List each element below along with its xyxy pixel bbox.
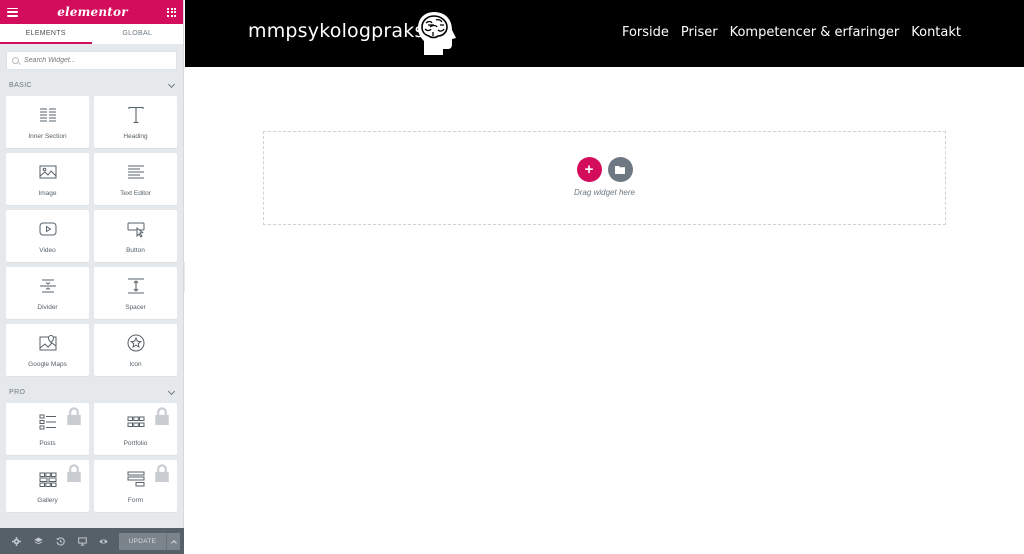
- widget-label: Video: [39, 247, 56, 254]
- site-title[interactable]: mmpsykologpraksis: [248, 20, 440, 42]
- widget-video[interactable]: Video: [6, 210, 89, 262]
- tab-global[interactable]: GLOBAL: [92, 24, 184, 44]
- widget-text-editor[interactable]: Text Editor: [94, 153, 177, 205]
- widget-label: Google Maps: [28, 361, 67, 368]
- site-preview: mmpsykologpraksis Forside Priser Kompete…: [185, 0, 1024, 554]
- add-section-button[interactable]: +: [576, 157, 602, 182]
- video-icon: [39, 222, 56, 236]
- widget-form[interactable]: Form: [94, 460, 177, 512]
- menu-icon[interactable]: [7, 7, 18, 17]
- widgets-grid-icon[interactable]: [167, 7, 176, 17]
- category-pro-header[interactable]: PRO: [0, 382, 183, 403]
- widget-label: Text Editor: [120, 190, 151, 197]
- map-icon: [39, 334, 56, 351]
- search-widget-input[interactable]: [24, 57, 171, 64]
- columns-icon: [39, 108, 56, 122]
- search-wrapper: [0, 44, 183, 75]
- widget-divider[interactable]: Divider: [6, 267, 89, 319]
- responsive-icon[interactable]: [71, 528, 93, 554]
- heading-icon: [127, 106, 144, 124]
- chevron-down-icon: [167, 80, 176, 88]
- widget-image[interactable]: Image: [6, 153, 89, 205]
- category-pro-title: PRO: [9, 389, 26, 396]
- panel-tabs: ELEMENTS GLOBAL: [0, 24, 183, 44]
- posts-icon: [39, 414, 56, 430]
- widget-label: Form: [127, 497, 144, 504]
- widget-label: Posts: [39, 440, 56, 447]
- gallery-icon: [39, 472, 56, 487]
- lock-icon: [155, 407, 169, 425]
- editor-panel: elementor ELEMENTS GLOBAL BASIC Inner Se…: [0, 0, 184, 554]
- widget-posts[interactable]: Posts: [6, 403, 89, 455]
- category-basic-header[interactable]: BASIC: [0, 75, 183, 96]
- tab-elements[interactable]: ELEMENTS: [0, 24, 92, 44]
- widget-icon[interactable]: Icon: [94, 324, 177, 376]
- widget-label: Divider: [37, 304, 58, 311]
- widget-label: Button: [126, 247, 145, 254]
- text-editor-icon: [127, 165, 144, 179]
- divider-icon: [39, 279, 56, 293]
- site-nav: Forside Priser Kompetencer & erfaringer …: [622, 25, 961, 40]
- widget-label: Gallery: [37, 497, 58, 504]
- basic-widgets-grid: Inner Section Heading Image Text Editor: [0, 96, 183, 376]
- dropzone-buttons: +: [576, 157, 633, 182]
- settings-icon[interactable]: [6, 528, 28, 554]
- nav-link-priser[interactable]: Priser: [681, 25, 718, 40]
- template-library-button[interactable]: [607, 157, 633, 182]
- widget-heading[interactable]: Heading: [94, 96, 177, 148]
- history-icon[interactable]: [50, 528, 72, 554]
- site-header: mmpsykologpraksis Forside Priser Kompete…: [185, 0, 1024, 67]
- brain-head-logo-icon[interactable]: [416, 10, 458, 57]
- nav-link-kontakt[interactable]: Kontakt: [911, 25, 961, 40]
- widget-portfolio[interactable]: Portfolio: [94, 403, 177, 455]
- widget-label: Spacer: [125, 304, 146, 311]
- panel-footer: UPDATE: [0, 528, 184, 554]
- widget-label: Heading: [123, 133, 148, 140]
- lock-icon: [67, 464, 81, 482]
- widget-gallery[interactable]: Gallery: [6, 460, 89, 512]
- elementor-logo: elementor: [57, 5, 128, 19]
- update-options-button[interactable]: [166, 532, 181, 550]
- preview-icon[interactable]: [93, 528, 115, 554]
- layers-icon[interactable]: [28, 528, 50, 554]
- search-icon: [12, 57, 19, 64]
- lock-icon: [155, 464, 169, 482]
- folder-icon: [615, 166, 625, 174]
- plus-icon: +: [584, 161, 594, 178]
- nav-link-forside[interactable]: Forside: [622, 25, 669, 40]
- portfolio-icon: [127, 416, 144, 427]
- category-basic-title: BASIC: [9, 82, 33, 89]
- image-icon: [39, 165, 56, 179]
- empty-section-dropzone[interactable]: + Drag widget here: [263, 131, 946, 225]
- nav-link-kompetencer[interactable]: Kompetencer & erfaringer: [730, 25, 900, 40]
- widget-spacer[interactable]: Spacer: [94, 267, 177, 319]
- chevron-up-icon: [170, 539, 177, 546]
- button-icon: [127, 222, 144, 238]
- widget-label: Image: [38, 190, 57, 197]
- update-button[interactable]: UPDATE: [118, 532, 167, 550]
- widget-google-maps[interactable]: Google Maps: [6, 324, 89, 376]
- chevron-down-icon: [167, 387, 176, 395]
- lock-icon: [67, 407, 81, 425]
- search-box: [6, 51, 177, 70]
- dropzone-hint: Drag widget here: [574, 188, 635, 197]
- pro-widgets-grid: Posts Portfolio Gallery Form: [0, 403, 183, 512]
- widget-label: Portfolio: [123, 440, 148, 447]
- panel-header: elementor: [0, 0, 183, 24]
- widget-inner-section[interactable]: Inner Section: [6, 96, 89, 148]
- widget-button[interactable]: Button: [94, 210, 177, 262]
- form-icon: [127, 471, 144, 487]
- star-icon: [127, 334, 144, 352]
- widget-label: Inner Section: [28, 133, 67, 140]
- widget-label: Icon: [129, 361, 142, 368]
- spacer-icon: [127, 278, 144, 294]
